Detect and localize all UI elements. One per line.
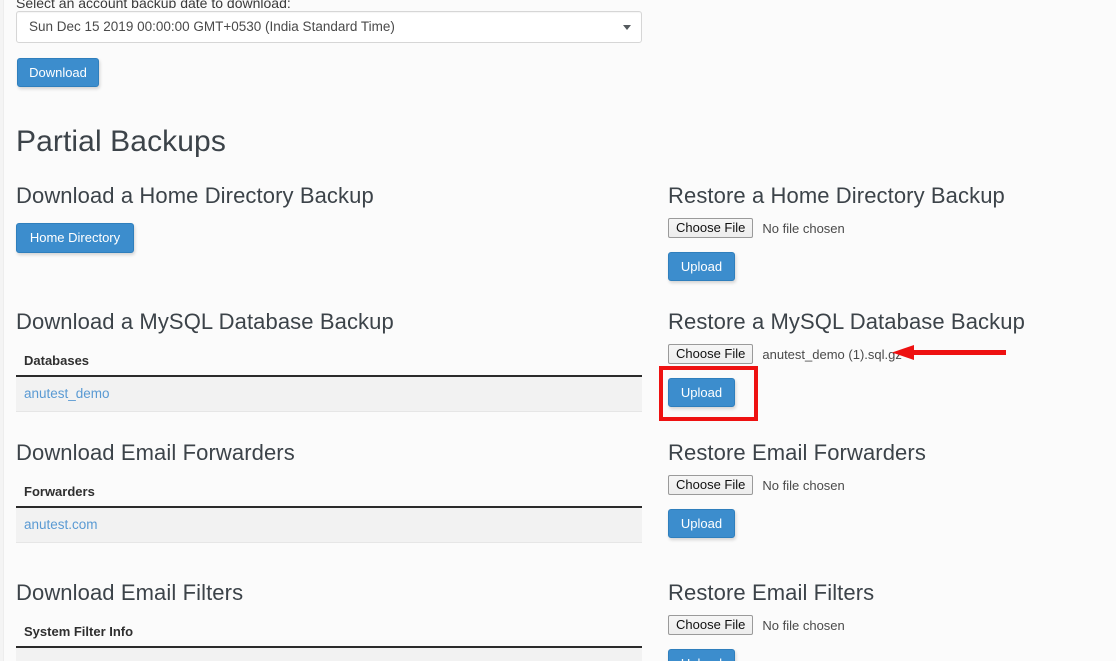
restore-forwarders-section: Restore Email Forwarders Choose File No …: [668, 440, 1098, 538]
database-download-link[interactable]: anutest_demo: [24, 386, 110, 401]
download-home-directory-button[interactable]: Home Directory: [16, 223, 134, 253]
chosen-file-name: anutest_demo (1).sql.gz: [762, 346, 902, 362]
forwarders-column-header: Forwarders: [16, 478, 642, 508]
chevron-down-icon: [623, 25, 631, 30]
restore-forwarders-file-input[interactable]: Choose File No file chosen: [668, 475, 1098, 495]
download-mysql-section: Download a MySQL Database Backup Databas…: [16, 309, 644, 412]
download-home-directory-section: Download a Home Directory Backup Home Di…: [16, 183, 644, 253]
upload-forwarders-button[interactable]: Upload: [668, 509, 735, 538]
table-header-row: System Filter Info: [16, 618, 642, 648]
page-title: Partial Backups: [16, 125, 226, 158]
chosen-file-name: No file chosen: [762, 477, 845, 493]
table-row: [16, 647, 642, 661]
choose-file-button[interactable]: Choose File: [668, 615, 754, 635]
table-row: anutest.com: [16, 507, 642, 543]
upload-home-directory-button[interactable]: Upload: [668, 252, 735, 281]
restore-filters-heading: Restore Email Filters: [668, 580, 875, 605]
chosen-file-name: No file chosen: [762, 617, 845, 633]
restore-home-directory-file-input[interactable]: Choose File No file chosen: [668, 218, 1098, 238]
account-backup-date-value: Sun Dec 15 2019 00:00:00 GMT+0530 (India…: [29, 19, 395, 34]
download-mysql-heading: Download a MySQL Database Backup: [16, 309, 394, 334]
restore-home-directory-section: Restore a Home Directory Backup Choose F…: [668, 183, 1098, 281]
download-forwarders-section: Download Email Forwarders Forwarders anu…: [16, 440, 644, 543]
backup-wizard-page: Select an account backup date to downloa…: [0, 0, 1116, 661]
download-filters-section: Download Email Filters System Filter Inf…: [16, 580, 644, 661]
download-forwarders-heading: Download Email Forwarders: [16, 440, 295, 465]
restore-filters-section: Restore Email Filters Choose File No fil…: [668, 580, 1098, 661]
system-filter-table: System Filter Info: [16, 618, 642, 661]
page-left-rule: [3, 0, 4, 661]
restore-forwarders-heading: Restore Email Forwarders: [668, 440, 926, 465]
download-account-backup-button[interactable]: Download: [17, 58, 99, 87]
choose-file-button[interactable]: Choose File: [668, 475, 754, 495]
account-backup-date-label: Select an account backup date to downloa…: [16, 0, 291, 8]
restore-mysql-section: Restore a MySQL Database Backup Choose F…: [668, 309, 1098, 407]
restore-mysql-heading: Restore a MySQL Database Backup: [668, 309, 1025, 334]
account-backup-date-select[interactable]: Sun Dec 15 2019 00:00:00 GMT+0530 (India…: [16, 11, 642, 43]
restore-mysql-file-input[interactable]: Choose File anutest_demo (1).sql.gz: [668, 344, 1098, 364]
choose-file-button[interactable]: Choose File: [668, 218, 754, 238]
databases-column-header: Databases: [16, 347, 642, 377]
system-filter-info-column-header: System Filter Info: [16, 618, 642, 648]
download-home-directory-heading: Download a Home Directory Backup: [16, 183, 374, 208]
chosen-file-name: No file chosen: [762, 220, 845, 236]
restore-filters-file-input[interactable]: Choose File No file chosen: [668, 615, 1098, 635]
download-filters-heading: Download Email Filters: [16, 580, 244, 605]
upload-filters-button[interactable]: Upload: [668, 649, 735, 661]
account-backup-date-block: Select an account backup date to downloa…: [16, 0, 644, 43]
choose-file-button[interactable]: Choose File: [668, 344, 754, 364]
forwarders-table: Forwarders anutest.com: [16, 478, 642, 543]
table-header-row: Forwarders: [16, 478, 642, 508]
restore-home-directory-heading: Restore a Home Directory Backup: [668, 183, 1005, 208]
table-row: anutest_demo: [16, 376, 642, 412]
upload-mysql-button[interactable]: Upload: [668, 378, 735, 407]
forwarder-download-link[interactable]: anutest.com: [24, 517, 98, 532]
table-header-row: Databases: [16, 347, 642, 377]
databases-table: Databases anutest_demo: [16, 347, 642, 412]
